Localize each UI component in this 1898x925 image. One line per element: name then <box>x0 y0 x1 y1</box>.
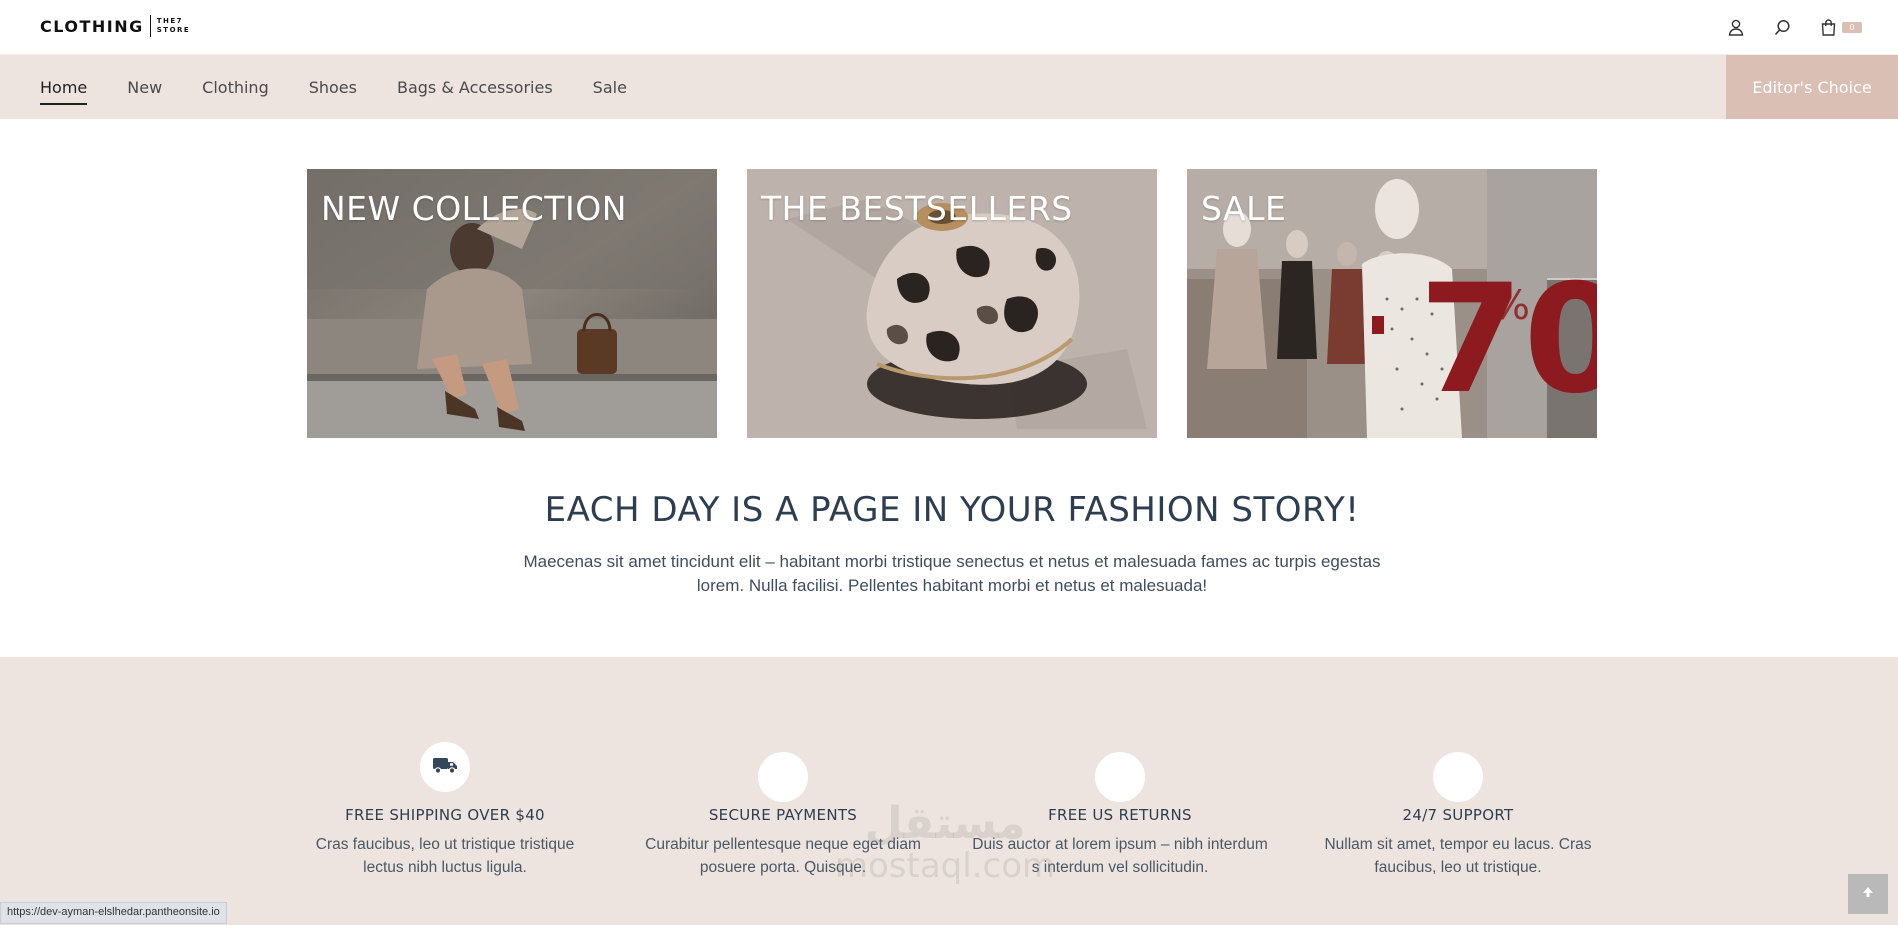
logo-main-text: CLOTHING <box>40 16 144 36</box>
header-icons: 0 <box>1726 17 1862 37</box>
cart-icon <box>1818 17 1838 37</box>
banner-title: THE BESTSELLERS <box>761 189 1073 228</box>
truck-icon <box>432 756 458 779</box>
features-section: FREE SHIPPING OVER $40 Cras faucibus, le… <box>0 657 1898 925</box>
main-navigation: Home New Clothing Shoes Bags & Accessori… <box>0 55 1898 119</box>
cart-button[interactable]: 0 <box>1818 17 1862 37</box>
feature-free-returns: FREE US RETURNS Duis auctor at lorem ips… <box>970 752 1270 879</box>
arrow-up-icon <box>1861 885 1875 904</box>
logo-divider <box>149 15 151 37</box>
banner-title: SALE <box>1201 189 1287 228</box>
feature-title: 24/7 SUPPORT <box>1402 806 1514 824</box>
logo-small-line-2: STORE <box>156 26 191 34</box>
intro-text: Maecenas sit amet tincidunt elit – habit… <box>523 552 1381 595</box>
banner-bestsellers[interactable]: THE BESTSELLERS <box>747 169 1157 438</box>
cart-count-badge: 0 <box>1842 21 1862 33</box>
nav-item-new[interactable]: New <box>127 74 162 101</box>
scroll-to-top-button[interactable] <box>1848 874 1888 914</box>
feature-free-shipping: FREE SHIPPING OVER $40 Cras faucibus, le… <box>295 742 595 879</box>
logo-small-text: THE7 STORE <box>157 17 190 35</box>
feature-text: Cras faucibus, leo ut tristique tristiqu… <box>315 836 575 876</box>
feature-icon-circle <box>1095 752 1145 802</box>
feature-icon-circle <box>1433 752 1483 802</box>
feature-title: FREE SHIPPING OVER $40 <box>345 806 545 824</box>
nav-item-sale[interactable]: Sale <box>593 74 627 101</box>
feature-title: FREE US RETURNS <box>1048 806 1192 824</box>
nav-item-home[interactable]: Home <box>40 74 88 105</box>
sale-sign-percent: % <box>1492 283 1530 329</box>
site-logo[interactable]: CLOTHING THE7 STORE <box>40 15 190 37</box>
feature-title: SECURE PAYMENTS <box>708 806 858 824</box>
sale-sign-number: 70 <box>1419 253 1597 427</box>
nav-item-clothing[interactable]: Clothing <box>202 74 269 101</box>
feature-text: Nullam sit amet, tempor eu lacus. Cras f… <box>1324 836 1592 876</box>
banner-title: NEW COLLECTION <box>321 189 627 228</box>
banner-sale[interactable]: 70 % SALE <box>1187 169 1597 438</box>
editors-choice-button[interactable]: Editor's Choice <box>1726 55 1898 119</box>
feature-secure-payments: SECURE PAYMENTS Curabitur pellentesque n… <box>633 752 933 879</box>
browser-status-url: https://dev-ayman-elslhedar.pantheonsite… <box>0 902 227 924</box>
nav-item-shoes[interactable]: Shoes <box>309 74 357 101</box>
logo-small-line-1: THE7 <box>156 17 184 25</box>
intro-headline: EACH DAY IS A PAGE IN YOUR FASHION STORY… <box>544 490 1360 530</box>
banner-new-collection[interactable]: NEW COLLECTION <box>307 169 717 438</box>
user-icon[interactable] <box>1726 17 1746 37</box>
promo-banners: NEW COLLECTION THE BESTSELLERS 70 % SALE <box>307 169 1597 438</box>
site-header: CLOTHING THE7 STORE 0 <box>0 0 1898 55</box>
nav-menu: Home New Clothing Shoes Bags & Accessori… <box>40 55 627 119</box>
feature-icon-circle <box>420 742 470 792</box>
nav-item-bags-accessories[interactable]: Bags & Accessories <box>397 74 553 101</box>
feature-support: 24/7 SUPPORT Nullam sit amet, tempor eu … <box>1308 752 1608 879</box>
feature-text: Duis auctor at lorem ipsum – nibh interd… <box>972 836 1268 876</box>
search-icon[interactable] <box>1772 17 1792 37</box>
feature-text: Curabitur pellentesque neque eget diam p… <box>645 836 921 876</box>
feature-icon-circle <box>758 752 808 802</box>
